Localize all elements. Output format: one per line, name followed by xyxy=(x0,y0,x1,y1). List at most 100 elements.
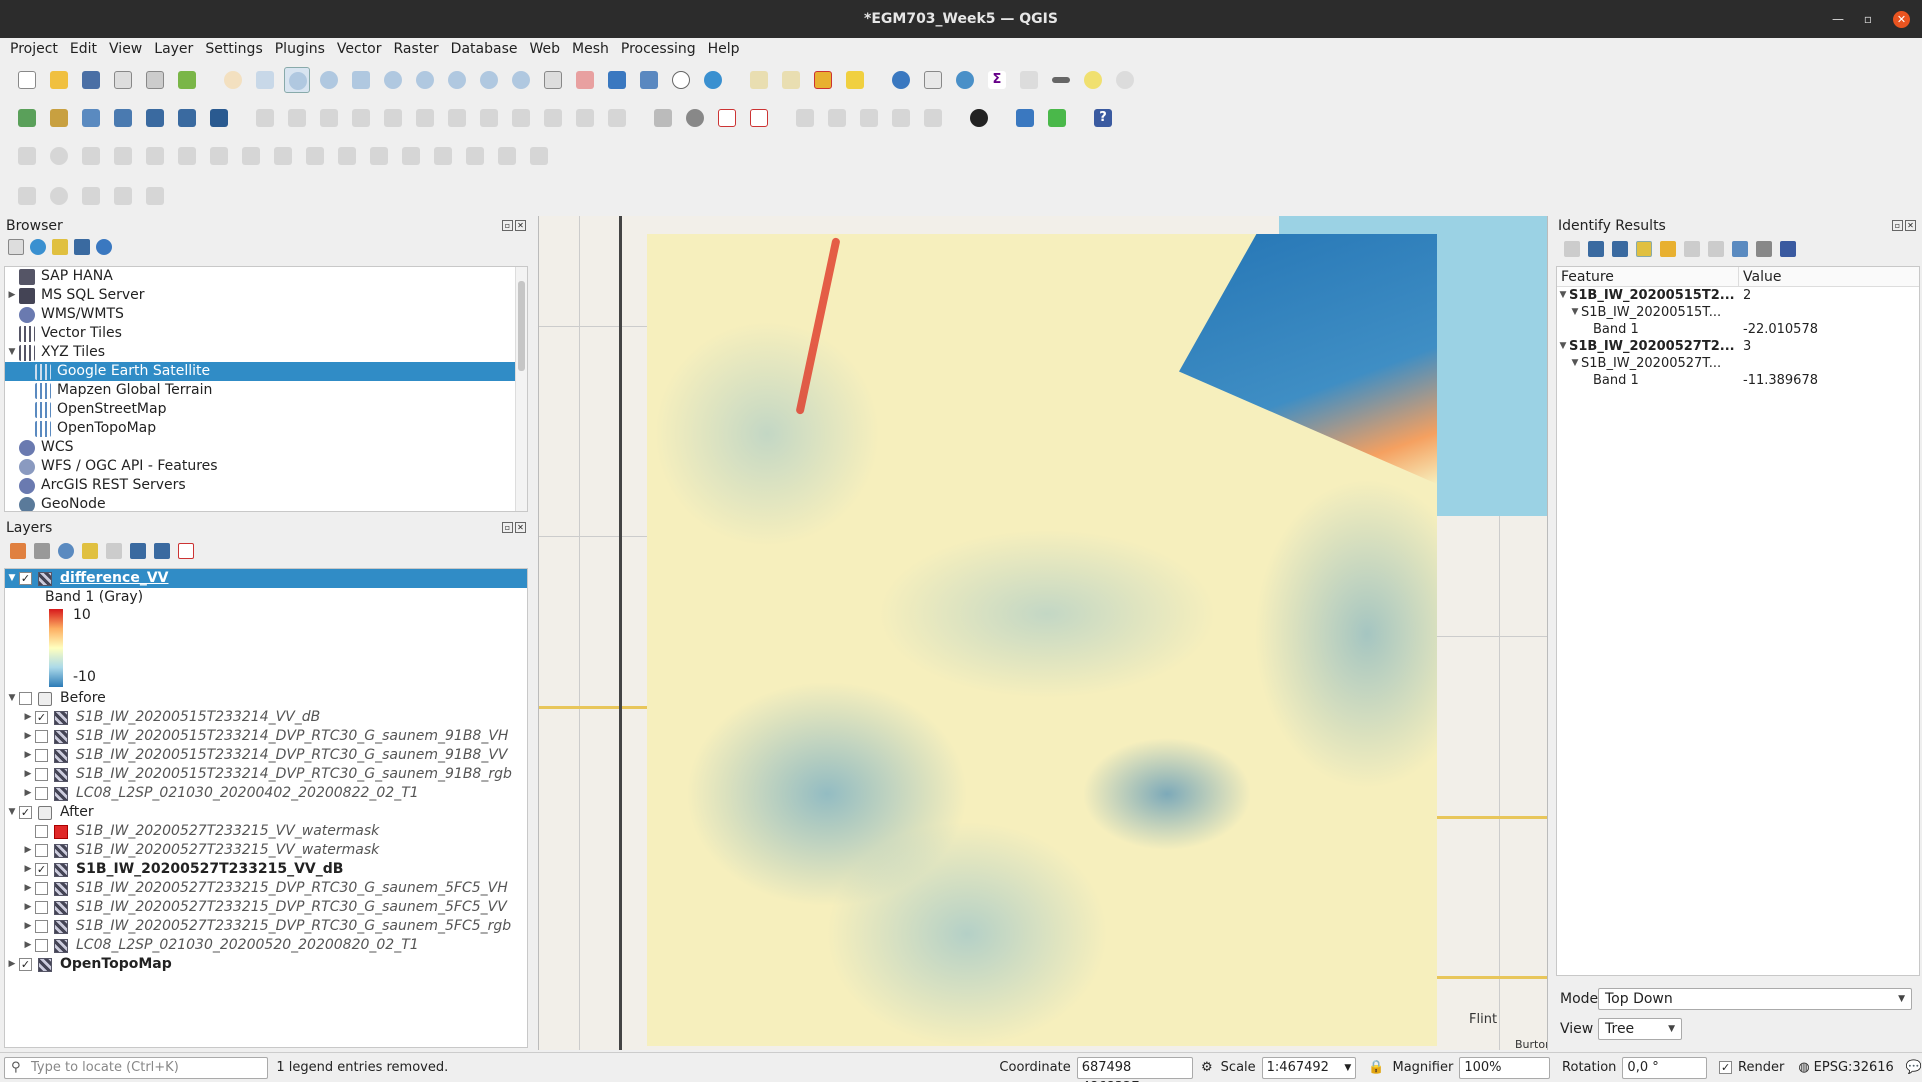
temporal-controller-icon[interactable] xyxy=(668,67,694,93)
crs-globe-icon[interactable]: ◍ xyxy=(1798,1060,1809,1075)
column-feature[interactable]: Feature xyxy=(1557,267,1739,286)
layer-opentopomap[interactable]: ▶ ✓ OpenTopoMap xyxy=(5,955,527,974)
menu-plugins[interactable]: Plugins xyxy=(269,38,331,60)
fill-ring-icon[interactable] xyxy=(174,143,200,169)
zoom-last-icon[interactable] xyxy=(476,67,502,93)
save-project-icon[interactable] xyxy=(78,67,104,93)
current-edits-icon[interactable] xyxy=(252,105,278,131)
copy-icon[interactable] xyxy=(508,105,534,131)
mode-select[interactable]: Top Down ▼ xyxy=(1598,988,1912,1010)
layer-visibility-checkbox[interactable]: ✓ xyxy=(35,863,48,876)
snap-icon[interactable] xyxy=(14,183,40,209)
layer-visibility-checkbox[interactable]: ✓ xyxy=(19,958,32,971)
statistics-sigma-icon[interactable]: Σ xyxy=(984,67,1010,93)
extents-toggle-icon[interactable]: ⚙ xyxy=(1201,1060,1213,1075)
layer-after-2[interactable]: ▶ S1B_IW_20200527T233215_VV_watermask xyxy=(5,841,527,860)
menu-database[interactable]: Database xyxy=(445,38,524,60)
layer-visibility-checkbox[interactable] xyxy=(35,920,48,933)
layer-visibility-checkbox[interactable] xyxy=(35,825,48,838)
messages-icon[interactable]: 💬 xyxy=(1906,1060,1922,1075)
layer-after-5[interactable]: ▶ S1B_IW_20200527T233215_DVP_RTC30_G_saun… xyxy=(5,898,527,917)
collapse-all-icon[interactable] xyxy=(1612,241,1628,257)
layer-before-3[interactable]: ▶ S1B_IW_20200515T233214_DVP_RTC30_G_saun… xyxy=(5,746,527,765)
add-raster-layer-icon[interactable] xyxy=(14,105,40,131)
group-before[interactable]: ▼ Before xyxy=(5,689,527,708)
zoom-selection-icon[interactable] xyxy=(380,67,406,93)
identify-row[interactable]: ▼ S1B_IW_20200515T... xyxy=(1557,304,1919,321)
measure-line-icon[interactable] xyxy=(1048,67,1074,93)
layer-visibility-checkbox[interactable] xyxy=(35,768,48,781)
merge-attributes-icon[interactable] xyxy=(494,143,520,169)
filter-legend-icon[interactable] xyxy=(82,543,98,559)
clear-results-icon[interactable] xyxy=(1660,241,1676,257)
menu-help[interactable]: Help xyxy=(702,38,746,60)
identify-features-icon[interactable] xyxy=(888,67,914,93)
delete-ring-icon[interactable] xyxy=(206,143,232,169)
column-value[interactable]: Value xyxy=(1739,267,1781,286)
expand-arrow-icon[interactable]: ▶ xyxy=(5,286,19,305)
delete-selected-icon[interactable] xyxy=(444,105,470,131)
float-panel-icon[interactable]: ▫ xyxy=(1892,220,1903,231)
new-map-view-icon[interactable] xyxy=(540,67,566,93)
layer-before-5[interactable]: ▶ LC08_L2SP_021030_20200402_20200822_02_T… xyxy=(5,784,527,803)
menu-project[interactable]: Project xyxy=(4,38,64,60)
trim-extend-icon[interactable] xyxy=(366,143,392,169)
qgis-plugin-icon[interactable] xyxy=(966,105,992,131)
filter-browser-icon[interactable] xyxy=(52,239,68,255)
browser-scrollbar[interactable] xyxy=(515,267,527,511)
label-rotate-icon[interactable] xyxy=(824,105,850,131)
add-wms-layer-icon[interactable] xyxy=(142,105,168,131)
remove-layer-icon[interactable] xyxy=(178,543,194,559)
add-part-icon[interactable] xyxy=(142,143,168,169)
browser-item-vector-tiles[interactable]: Vector Tiles xyxy=(5,324,527,343)
select-by-value-icon[interactable] xyxy=(778,67,804,93)
redo-icon[interactable] xyxy=(604,105,630,131)
manage-visibility-icon[interactable] xyxy=(58,543,74,559)
refresh-browser-icon[interactable] xyxy=(30,239,46,255)
reshape-icon[interactable] xyxy=(270,143,296,169)
python-console-icon[interactable] xyxy=(1012,105,1038,131)
show-bookmarks-icon[interactable] xyxy=(636,67,662,93)
polygon-tool-icon[interactable] xyxy=(142,183,168,209)
minimize-icon[interactable]: — xyxy=(1832,0,1844,38)
layer-before-4[interactable]: ▶ S1B_IW_20200515T233214_DVP_RTC30_G_saun… xyxy=(5,765,527,784)
open-project-icon[interactable] xyxy=(46,67,72,93)
zoom-out-icon[interactable] xyxy=(316,67,342,93)
zoom-next-icon[interactable] xyxy=(508,67,534,93)
browser-item-sap-hana[interactable]: SAP HANA xyxy=(5,267,527,286)
float-panel-icon[interactable]: ▫ xyxy=(502,220,513,231)
identify-row[interactable]: ▼ S1B_IW_20200527T2... 3 xyxy=(1557,338,1919,355)
toggle-editing-icon[interactable] xyxy=(284,105,310,131)
label-rule-icon[interactable] xyxy=(746,105,772,131)
browser-item-openstreetmap[interactable]: OpenStreetMap xyxy=(5,400,527,419)
float-panel-icon[interactable]: ▫ xyxy=(502,522,513,533)
layer-visibility-checkbox[interactable]: ✓ xyxy=(35,711,48,724)
profile-tool-icon[interactable] xyxy=(1044,105,1070,131)
filter-expression-icon[interactable] xyxy=(106,543,122,559)
simplify-icon[interactable] xyxy=(78,143,104,169)
zoom-in-icon[interactable] xyxy=(284,67,310,93)
label-diagram-icon[interactable] xyxy=(920,105,946,131)
menu-processing[interactable]: Processing xyxy=(615,38,702,60)
identify-mode-icon[interactable] xyxy=(1732,241,1748,257)
identify-row[interactable]: Band 1 -22.010578 xyxy=(1557,321,1919,338)
close-panel-icon[interactable]: ✕ xyxy=(515,522,526,533)
help-icon[interactable]: ? xyxy=(1090,105,1116,131)
collapse-all-icon[interactable] xyxy=(74,239,90,255)
add-group-icon[interactable] xyxy=(34,543,50,559)
browser-item-xyz-tiles[interactable]: ▼ XYZ Tiles xyxy=(5,343,527,362)
modify-attributes-icon[interactable] xyxy=(412,105,438,131)
group-visibility-checkbox[interactable]: ✓ xyxy=(19,806,32,819)
add-geopackage-layer-icon[interactable] xyxy=(46,105,72,131)
add-mesh-layer-icon[interactable] xyxy=(174,105,200,131)
settings-gear-icon[interactable] xyxy=(952,67,978,93)
maximize-icon[interactable]: ▫ xyxy=(1864,0,1872,38)
layer-after-6[interactable]: ▶ S1B_IW_20200527T233215_DVP_RTC30_G_saun… xyxy=(5,917,527,936)
expand-all-icon[interactable] xyxy=(1588,241,1604,257)
browser-item-mssql[interactable]: ▶ MS SQL Server xyxy=(5,286,527,305)
new-3d-map-icon[interactable] xyxy=(572,67,598,93)
add-selected-layers-icon[interactable] xyxy=(8,239,24,255)
render-checkbox[interactable]: ✓ xyxy=(1719,1061,1733,1074)
zoom-full-icon[interactable] xyxy=(348,67,374,93)
close-panel-icon[interactable]: ✕ xyxy=(1905,220,1916,231)
